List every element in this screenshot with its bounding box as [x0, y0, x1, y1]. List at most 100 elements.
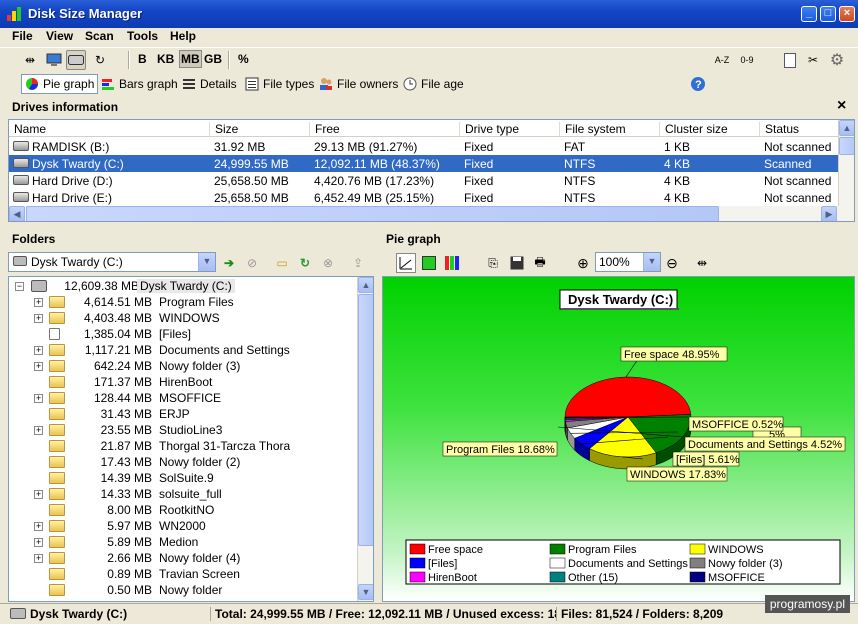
col-drive-type[interactable]: Drive type: [459, 122, 519, 136]
tree-row[interactable]: +642.24 MB Nowy folder (3): [9, 358, 359, 374]
col-free[interactable]: Free: [309, 122, 340, 136]
save-icon[interactable]: [507, 253, 527, 273]
sort-az-icon[interactable]: A-Z: [712, 50, 732, 70]
folders-vertical-scrollbar[interactable]: ▲ ▼: [357, 277, 373, 601]
tab-file-owners[interactable]: File owners: [316, 74, 401, 94]
scroll-thumb[interactable]: [839, 137, 854, 155]
copy-icon[interactable]: ⎘: [483, 253, 503, 273]
tree-row[interactable]: 31.43 MB ERJP: [9, 406, 359, 422]
folder-open-icon[interactable]: ▭: [272, 253, 292, 273]
scroll-thumb[interactable]: [358, 294, 373, 546]
scroll-down-icon[interactable]: ▼: [358, 584, 373, 600]
go-arrow-icon[interactable]: ➔: [219, 253, 239, 273]
tree-row[interactable]: +2.66 MB Nowy folder (4): [9, 550, 359, 566]
cancel-icon[interactable]: ⊗: [318, 253, 338, 273]
expand-icon[interactable]: +: [34, 346, 43, 355]
expand-icon[interactable]: +: [34, 394, 43, 403]
tree-row[interactable]: 8.00 MB RootkitNO: [9, 502, 359, 518]
tree-row[interactable]: +4,614.51 MB Program Files: [9, 294, 359, 310]
drive-select[interactable]: Dysk Twardy (C:) ▼: [8, 252, 216, 272]
tree-row[interactable]: +1,117.21 MB Documents and Settings: [9, 342, 359, 358]
chevron-down-icon[interactable]: ▼: [643, 253, 660, 271]
color-scheme-icon[interactable]: [442, 253, 462, 273]
drives-vertical-scrollbar[interactable]: ▲: [838, 120, 854, 206]
menu-help[interactable]: Help: [170, 29, 196, 43]
expand-icon[interactable]: +: [34, 362, 43, 371]
tree-row[interactable]: +14.33 MB solsuite_full: [9, 486, 359, 502]
tree-row[interactable]: +4,403.48 MB WINDOWS: [9, 310, 359, 326]
menu-scan[interactable]: Scan: [85, 29, 114, 43]
tree-row[interactable]: +5.89 MB Medion: [9, 534, 359, 550]
drive-row[interactable]: Hard Drive (E:) 25,658.50 MB 6,452.49 MB (…: [9, 189, 838, 206]
tree-row[interactable]: 1,385.04 MB [Files]: [9, 326, 359, 342]
expand-icon[interactable]: +: [34, 538, 43, 547]
tab-bars-graph[interactable]: Bars graph: [98, 74, 181, 94]
background-color-icon[interactable]: [419, 253, 439, 273]
tree-row[interactable]: +5.97 MB WN2000: [9, 518, 359, 534]
hard-drive-icon[interactable]: [66, 50, 86, 70]
drive-row[interactable]: RAMDISK (B:) 31.92 MB 29.13 MB (91.27%) Fix…: [9, 138, 838, 155]
tree-root[interactable]: − 12,609.38 MB Dysk Twardy (C:): [9, 278, 359, 294]
tab-file-types[interactable]: File types: [242, 74, 317, 94]
menu-file[interactable]: File: [12, 29, 33, 43]
print-icon[interactable]: 🖶: [530, 253, 550, 273]
drive-row[interactable]: Hard Drive (D:) 25,658.50 MB 4,420.76 MB (…: [9, 172, 838, 189]
expand-icon[interactable]: +: [34, 490, 43, 499]
expand-icon[interactable]: +: [34, 522, 43, 531]
tree-row[interactable]: 14.39 MB SolSuite.9: [9, 470, 359, 486]
unit-mb-button[interactable]: MB: [179, 50, 202, 68]
zoom-select[interactable]: 100% ▼: [595, 252, 661, 272]
col-size[interactable]: Size: [209, 122, 238, 136]
unit-gb-button[interactable]: GB: [204, 52, 222, 66]
export-icon[interactable]: ⇪: [348, 253, 368, 273]
unit-b-button[interactable]: B: [138, 52, 147, 66]
help-icon[interactable]: ?: [688, 74, 708, 94]
zoom-in-icon[interactable]: ⊕: [573, 253, 593, 273]
scroll-thumb[interactable]: [26, 206, 719, 221]
scroll-up-icon[interactable]: ▲: [358, 277, 373, 293]
close-drives-panel-icon[interactable]: ×: [837, 97, 846, 115]
scroll-up-icon[interactable]: ▲: [839, 120, 854, 136]
zoom-out-icon[interactable]: ⊖: [662, 253, 682, 273]
collapse-width-icon[interactable]: ⇹: [20, 50, 40, 70]
tree-row[interactable]: 0.89 MB Travian Screen: [9, 566, 359, 582]
tree-row[interactable]: +23.55 MB StudioLine3: [9, 422, 359, 438]
maximize-button[interactable]: □: [820, 6, 836, 22]
fit-width-icon[interactable]: ⇹: [692, 253, 712, 273]
drive-row[interactable]: Dysk Twardy (C:) 24,999.55 MB 12,092.11 MB…: [9, 155, 838, 172]
chevron-down-icon[interactable]: ▼: [198, 253, 215, 271]
line-style-icon[interactable]: [396, 253, 416, 273]
refresh-icon[interactable]: ↻: [295, 253, 315, 273]
tab-pie-graph[interactable]: Pie graph: [21, 74, 99, 94]
tree-row[interactable]: 21.87 MB Thorgal 31-Tarcza Thora: [9, 438, 359, 454]
tree-row[interactable]: 171.37 MB HirenBoot: [9, 374, 359, 390]
col-cluster-size[interactable]: Cluster size: [659, 122, 728, 136]
menu-tools[interactable]: Tools: [127, 29, 158, 43]
close-button[interactable]: ×: [839, 6, 855, 22]
minimize-button[interactable]: _: [801, 6, 817, 22]
tree-row[interactable]: 17.43 MB Nowy folder (2): [9, 454, 359, 470]
unit-kb-button[interactable]: KB: [157, 52, 174, 66]
settings-gear-icon[interactable]: ⚙: [827, 50, 847, 70]
expand-icon[interactable]: +: [34, 298, 43, 307]
tab-details[interactable]: Details: [179, 74, 240, 94]
scroll-right-icon[interactable]: ▶: [821, 206, 837, 221]
stop-icon[interactable]: ⊘: [242, 253, 262, 273]
tools-icon[interactable]: ✂: [803, 50, 823, 70]
col-status[interactable]: Status: [759, 122, 799, 136]
col-file-system[interactable]: File system: [559, 122, 626, 136]
expand-icon[interactable]: +: [34, 426, 43, 435]
expand-icon[interactable]: +: [34, 554, 43, 563]
scroll-left-icon[interactable]: ◀: [9, 206, 25, 221]
drives-horizontal-scrollbar[interactable]: ◀ ▶: [9, 206, 854, 221]
menu-view[interactable]: View: [46, 29, 73, 43]
tree-row[interactable]: +128.44 MB MSOFFICE: [9, 390, 359, 406]
document-icon[interactable]: [780, 50, 800, 70]
unit-percent-button[interactable]: %: [238, 52, 249, 66]
expand-icon[interactable]: +: [34, 314, 43, 323]
refresh-drive-icon[interactable]: ↻: [90, 50, 110, 70]
tree-row[interactable]: 0.50 MB Nowy folder: [9, 582, 359, 598]
tab-file-age[interactable]: File age: [400, 74, 467, 94]
col-name[interactable]: Name: [9, 122, 46, 136]
computer-icon[interactable]: [44, 50, 64, 70]
